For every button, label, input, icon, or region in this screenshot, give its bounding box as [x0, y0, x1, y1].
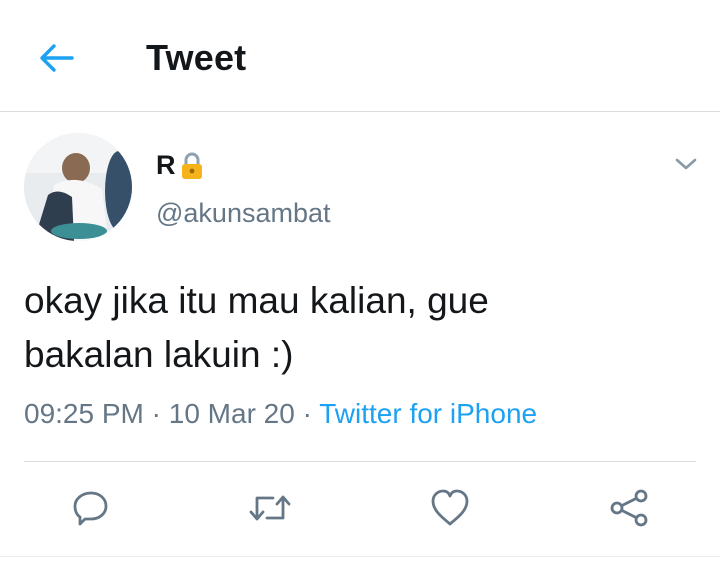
tweet-meta: 09:25 PM · 10 Mar 20 · Twitter for iPhon… [24, 398, 537, 430]
like-icon [431, 489, 469, 526]
retweet-icon [249, 495, 291, 521]
tweet-text-line: okay jika itu mau kalian, gue [24, 280, 489, 321]
meta-separator: · [143, 398, 169, 429]
tweet-text: okay jika itu mau kalian, gue bakalan la… [24, 274, 684, 382]
tweet-source-link[interactable]: Twitter for iPhone [319, 398, 537, 429]
lock-icon [181, 152, 202, 179]
chevron-down-icon [675, 158, 697, 170]
tweet-actions [0, 480, 720, 540]
author-handle[interactable]: @akunsambat [156, 198, 331, 229]
top-bar: Tweet [0, 0, 720, 112]
meta-separator: · [294, 398, 320, 429]
tweet-time: 09:25 PM [24, 398, 144, 429]
share-icon [610, 489, 648, 527]
arrow-left-icon [40, 44, 74, 72]
divider [24, 461, 696, 462]
back-button[interactable] [34, 38, 78, 78]
like-button[interactable] [425, 480, 475, 536]
reply-icon [73, 491, 108, 526]
avatar[interactable] [24, 133, 132, 241]
tweet-text-line: bakalan lakuin :) [24, 334, 294, 375]
display-name-text: R [156, 150, 176, 180]
tweet-date: 10 Mar 20 [168, 398, 295, 429]
reply-button[interactable] [66, 480, 116, 536]
bottom-divider [0, 556, 720, 557]
retweet-button[interactable] [245, 480, 295, 536]
share-button[interactable] [604, 480, 654, 536]
author-display-name[interactable]: R [156, 150, 205, 181]
more-options-button[interactable] [670, 148, 702, 180]
page-title: Tweet [146, 37, 247, 78]
